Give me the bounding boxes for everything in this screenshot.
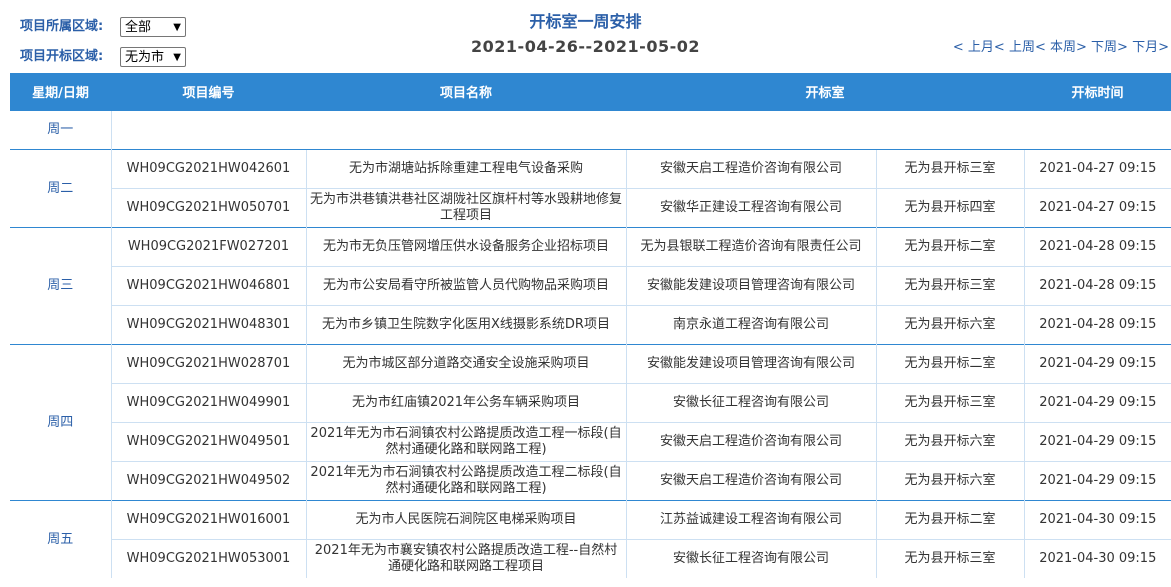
- this-week-link[interactable]: 本周: [1050, 40, 1076, 55]
- table-row: 周五 WH09CG2021HW016001 无为市人民医院石涧院区电梯采购项目 江苏益…: [10, 500, 1171, 578]
- agency-cell: 安徽天启工程造价咨询有限公司: [625, 149, 876, 189]
- column-header-room: 开标室: [626, 73, 1025, 111]
- table-header-row: 星期/日期 项目编号 项目名称 开标室 开标时间: [10, 73, 1171, 111]
- agency-cell: 南京永道工程咨询有限公司: [625, 305, 876, 345]
- room-cell: 无为县开标三室: [875, 383, 1025, 423]
- agency-cell: 安徽天启工程造价咨询有限公司: [625, 422, 876, 462]
- agency-cell: 安徽华正建设工程咨询有限公司: [625, 188, 876, 228]
- project-code-cell: WH09CG2021HW050701: [110, 188, 306, 228]
- agency-cell: 安徽长征工程咨询有限公司: [625, 539, 876, 578]
- day-cell: 周二: [10, 149, 111, 228]
- table-row: WH09CG2021HW049501 2021年无为市石涧镇农村公路提质改造工程一…: [10, 422, 1171, 462]
- day-cell: 周四: [10, 344, 111, 501]
- room-cell: 无为县开标三室: [875, 539, 1025, 578]
- day-cell: 周一: [10, 110, 111, 150]
- table-row: 周三 WH09CG2021FW027201 无为市无负压管网增压供水设备服务企业招标…: [10, 227, 1171, 345]
- column-header-day: 星期/日期: [10, 73, 111, 111]
- project-code-cell: WH09CG2021HW046801: [110, 266, 306, 306]
- next-week-link[interactable]: 下周: [1091, 40, 1117, 55]
- project-code-cell: WH09CG2021HW049502: [110, 461, 306, 501]
- project-name-cell: 无为市无负压管网增压供水设备服务企业招标项目: [305, 227, 626, 267]
- schedule-table: 星期/日期 项目编号 项目名称 开标室 开标时间 周一 周二 WH09CG2021H…: [10, 73, 1171, 578]
- week-navigation: < 上月< 上周< 本周> 下周> 下月>: [952, 40, 1169, 55]
- schedule-table-body: 周一 周二 WH09CG2021HW042601 无为市湖塘站拆除重建工程电气设备采购…: [10, 110, 1171, 578]
- room-cell: 无为县开标三室: [875, 266, 1025, 306]
- project-name-cell: 无为市乡镇卫生院数字化医用X线摄影系统DR项目: [305, 305, 626, 345]
- column-header-time: 开标时间: [1024, 73, 1171, 111]
- table-row: WH09CG2021HW049901 无为市红庙镇2021年公务车辆采购项目 安徽长…: [10, 383, 1171, 423]
- prev-month-link[interactable]: 上月: [968, 40, 994, 55]
- open-time-cell: 2021-04-27 09:15: [1023, 188, 1171, 228]
- open-time-cell: 2021-04-29 09:15: [1023, 461, 1171, 501]
- project-name-cell: 无为市湖塘站拆除重建工程电气设备采购: [305, 149, 626, 189]
- open-time-cell: 2021-04-30 09:15: [1023, 539, 1171, 578]
- project-name-cell: 无为市人民医院石涧院区电梯采购项目: [305, 500, 626, 540]
- prev-week-link[interactable]: 上周: [1009, 40, 1035, 55]
- open-time-cell: 2021-04-29 09:15: [1023, 422, 1171, 462]
- open-time-cell: 2021-04-29 09:15: [1023, 383, 1171, 423]
- project-code-cell: WH09CG2021HW042601: [110, 149, 306, 189]
- open-time-cell: 2021-04-30 09:15: [1023, 500, 1171, 540]
- open-time-cell: 2021-04-28 09:15: [1023, 305, 1171, 345]
- agency-cell: 安徽长征工程咨询有限公司: [625, 383, 876, 423]
- day-cell: 周五: [10, 500, 111, 578]
- project-code-cell: WH09CG2021HW028701: [110, 344, 306, 384]
- agency-cell: 安徽天启工程造价咨询有限公司: [625, 461, 876, 501]
- table-row: 周四 WH09CG2021HW028701 无为市城区部分道路交通安全设施采购项目安…: [10, 344, 1171, 501]
- table-row: 周二 WH09CG2021HW042601 无为市湖塘站拆除重建工程电气设备采购 安徽…: [10, 149, 1171, 228]
- project-code-cell: WH09CG2021FW027201: [110, 227, 306, 267]
- project-name-cell: 2021年无为市石涧镇农村公路提质改造工程一标段(自然村通硬化路和联网路工程): [305, 422, 626, 462]
- room-cell: 无为县开标六室: [875, 461, 1025, 501]
- project-code-cell: WH09CG2021HW048301: [110, 305, 306, 345]
- project-name-cell: 2021年无为市襄安镇农村公路提质改造工程--自然村通硬化路和联网路工程项目: [305, 539, 626, 578]
- table-row: WH09CG2021HW049502 2021年无为市石涧镇农村公路提质改造工程二…: [10, 461, 1171, 501]
- project-name-cell: 2021年无为市石涧镇农村公路提质改造工程二标段(自然村通硬化路和联网路工程): [305, 461, 626, 501]
- open-time-cell: 2021-04-27 09:15: [1023, 149, 1171, 189]
- page-title: 开标室一周安排: [529, 12, 642, 31]
- project-name-cell: 无为市红庙镇2021年公务车辆采购项目: [305, 383, 626, 423]
- project-name-cell: 无为市洪巷镇洪巷社区湖陇社区旗杆村等水毁耕地修复工程项目: [305, 188, 626, 228]
- room-cell: 无为县开标二室: [875, 227, 1025, 267]
- table-row: WH09CG2021HW046801 无为市公安局看守所被监管人员代购物品采购项目…: [10, 266, 1171, 306]
- project-code-cell: WH09CG2021HW049901: [110, 383, 306, 423]
- open-time-cell: 2021-04-28 09:15: [1023, 227, 1171, 267]
- room-cell: 无为县开标二室: [875, 500, 1025, 540]
- room-cell: 无为县开标四室: [875, 188, 1025, 228]
- project-name-cell: 无为市城区部分道路交通安全设施采购项目: [305, 344, 626, 384]
- room-cell: 无为县开标二室: [875, 344, 1025, 384]
- table-row: WH09CG2021HW050701 无为市洪巷镇洪巷社区湖陇社区旗杆村等水毁耕地…: [10, 188, 1171, 228]
- room-cell: 无为县开标六室: [875, 422, 1025, 462]
- column-header-code: 项目编号: [111, 73, 306, 111]
- agency-cell: 安徽能发建设项目管理咨询有限公司: [625, 266, 876, 306]
- table-row: 周一: [10, 110, 1171, 150]
- empty-day-cell: [110, 110, 1171, 150]
- room-cell: 无为县开标三室: [875, 149, 1025, 189]
- project-code-cell: WH09CG2021HW016001: [110, 500, 306, 540]
- column-header-name: 项目名称: [306, 73, 626, 111]
- project-name-cell: 无为市公安局看守所被监管人员代购物品采购项目: [305, 266, 626, 306]
- project-code-cell: WH09CG2021HW053001: [110, 539, 306, 578]
- agency-cell: 江苏益诚建设工程咨询有限公司: [625, 500, 876, 540]
- room-cell: 无为县开标六室: [875, 305, 1025, 345]
- open-time-cell: 2021-04-29 09:15: [1023, 344, 1171, 384]
- agency-cell: 安徽能发建设项目管理咨询有限公司: [625, 344, 876, 384]
- table-row: WH09CG2021HW048301 无为市乡镇卫生院数字化医用X线摄影系统DR项…: [10, 305, 1171, 345]
- open-time-cell: 2021-04-28 09:15: [1023, 266, 1171, 306]
- agency-cell: 无为县银联工程造价咨询有限责任公司: [625, 227, 876, 267]
- project-code-cell: WH09CG2021HW049501: [110, 422, 306, 462]
- table-row: WH09CG2021HW053001 2021年无为市襄安镇农村公路提质改造工程-…: [10, 539, 1171, 578]
- next-month-link[interactable]: 下月: [1132, 40, 1158, 55]
- day-cell: 周三: [10, 227, 111, 345]
